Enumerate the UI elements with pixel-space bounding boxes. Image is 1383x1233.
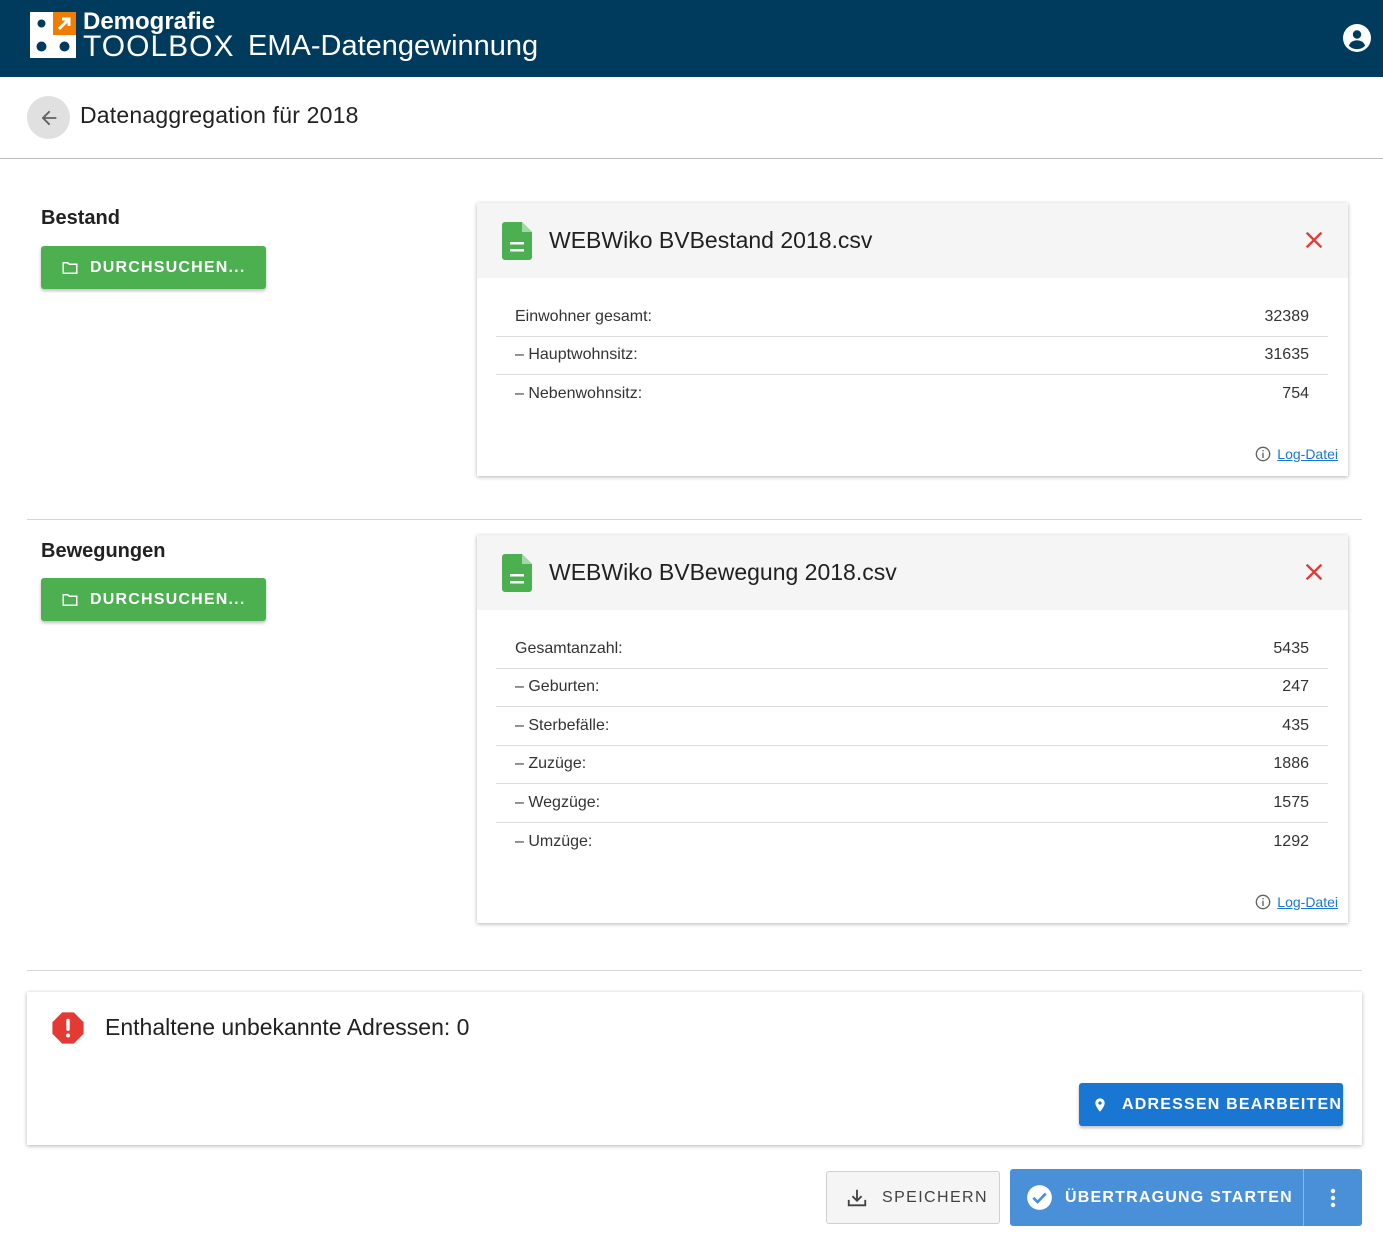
stat-row: – Nebenwohnsitz: 754 bbox=[496, 375, 1328, 414]
more-vertical-icon bbox=[1330, 1188, 1336, 1207]
stat-row: – Zuzüge: 1886 bbox=[496, 746, 1328, 784]
stat-row: Gesamtanzahl: 5435 bbox=[496, 630, 1328, 669]
folder-icon bbox=[62, 593, 78, 606]
section-label-bewegungen: Bewegungen bbox=[41, 540, 166, 562]
stat-value: 1292 bbox=[1273, 832, 1309, 850]
browse-button-bestand[interactable]: DURCHSUCHEN... bbox=[41, 246, 266, 289]
stat-label: – Wegzüge: bbox=[515, 793, 601, 811]
file-name: WEBWiko BVBestand 2018.csv bbox=[549, 227, 873, 253]
log-file-link[interactable]: Log-Datei bbox=[1277, 894, 1338, 910]
section-divider bbox=[27, 519, 1362, 520]
close-icon[interactable] bbox=[1303, 229, 1325, 251]
browse-button-label: DURCHSUCHEN... bbox=[90, 258, 246, 276]
info-icon bbox=[1255, 894, 1271, 910]
stat-row: – Umzüge: 1292 bbox=[496, 823, 1328, 862]
file-card-header: WEBWiko BVBewegung 2018.csv bbox=[477, 535, 1348, 610]
file-card-header: WEBWiko BVBestand 2018.csv bbox=[477, 203, 1348, 278]
stat-row: – Geburten: 247 bbox=[496, 669, 1328, 707]
stat-value: 1575 bbox=[1273, 793, 1309, 811]
file-card-bestand: WEBWiko BVBestand 2018.csv Einwohner ges… bbox=[477, 203, 1348, 476]
stats-table: Einwohner gesamt: 32389 – Hauptwohnsitz:… bbox=[496, 298, 1328, 414]
stat-row: Einwohner gesamt: 32389 bbox=[496, 298, 1328, 337]
file-document-icon bbox=[502, 222, 532, 260]
edit-addresses-button[interactable]: ADRESSEN BEARBEITEN bbox=[1079, 1083, 1343, 1126]
more-options-button[interactable] bbox=[1304, 1169, 1362, 1226]
start-transfer-split-button: ÜBERTRAGUNG STARTEN bbox=[1010, 1169, 1362, 1226]
stat-row: – Hauptwohnsitz: 31635 bbox=[496, 337, 1328, 375]
folder-icon bbox=[62, 261, 78, 274]
stat-value: 1886 bbox=[1273, 755, 1309, 773]
stat-label: Gesamtanzahl: bbox=[515, 639, 623, 657]
stat-value: 32389 bbox=[1264, 307, 1310, 325]
unknown-addresses-text: Enthaltene unbekannte Adressen: 0 bbox=[105, 1014, 470, 1040]
close-icon[interactable] bbox=[1303, 561, 1325, 583]
stat-value: 754 bbox=[1282, 385, 1309, 403]
file-name: WEBWiko BVBewegung 2018.csv bbox=[549, 559, 897, 585]
stats-table: Gesamtanzahl: 5435 – Geburten: 247 – Ste… bbox=[496, 630, 1328, 861]
demografie-toolbox-logo-icon bbox=[30, 12, 76, 58]
stat-value: 31635 bbox=[1264, 346, 1310, 364]
page-header: Datenaggregation für 2018 bbox=[0, 77, 1383, 159]
stat-value: 5435 bbox=[1273, 639, 1309, 657]
alert-octagon-icon bbox=[52, 1012, 84, 1044]
app-bar: Demografie TOOLBOX EMA-Datengewinnung bbox=[0, 0, 1383, 77]
stat-row: – Sterbefälle: 435 bbox=[496, 707, 1328, 746]
stat-label: – Umzüge: bbox=[515, 832, 593, 850]
section-label-bestand: Bestand bbox=[41, 207, 120, 229]
start-transfer-button[interactable]: ÜBERTRAGUNG STARTEN bbox=[1010, 1169, 1304, 1226]
start-transfer-label: ÜBERTRAGUNG STARTEN bbox=[1065, 1188, 1293, 1206]
page-title: Datenaggregation für 2018 bbox=[80, 102, 359, 128]
download-icon bbox=[847, 1189, 867, 1206]
stat-label: – Nebenwohnsitz: bbox=[515, 385, 643, 403]
save-button[interactable]: SPEICHERN bbox=[826, 1171, 1000, 1224]
file-document-icon bbox=[502, 554, 532, 592]
browse-button-label: DURCHSUCHEN... bbox=[90, 590, 246, 608]
unknown-addresses-card: Enthaltene unbekannte Adressen: 0 ADRESS… bbox=[27, 992, 1362, 1145]
stat-value: 435 bbox=[1282, 716, 1309, 734]
stat-label: – Sterbefälle: bbox=[515, 716, 610, 734]
stat-value: 247 bbox=[1282, 678, 1309, 696]
logo-text-toolbox: TOOLBOX bbox=[83, 30, 235, 63]
info-icon bbox=[1255, 446, 1271, 462]
stat-label: – Hauptwohnsitz: bbox=[515, 346, 638, 364]
log-file-link-row: Log-Datei bbox=[1255, 446, 1338, 462]
stat-row: – Wegzüge: 1575 bbox=[496, 784, 1328, 823]
stat-label: – Zuzüge: bbox=[515, 755, 587, 773]
arrow-left-icon bbox=[41, 110, 56, 125]
log-file-link[interactable]: Log-Datei bbox=[1277, 446, 1338, 462]
map-marker-icon bbox=[1095, 1097, 1105, 1112]
account-circle-icon[interactable] bbox=[1343, 24, 1371, 52]
stat-label: – Geburten: bbox=[515, 678, 600, 696]
section-divider bbox=[27, 970, 1362, 971]
check-circle-icon bbox=[1027, 1185, 1052, 1210]
log-file-link-row: Log-Datei bbox=[1255, 894, 1338, 910]
stat-label: Einwohner gesamt: bbox=[515, 307, 652, 325]
app-title: EMA-Datengewinnung bbox=[248, 30, 539, 62]
edit-addresses-label: ADRESSEN BEARBEITEN bbox=[1122, 1095, 1343, 1113]
browse-button-bewegungen[interactable]: DURCHSUCHEN... bbox=[41, 578, 266, 621]
back-button[interactable] bbox=[27, 96, 70, 139]
file-card-bewegungen: WEBWiko BVBewegung 2018.csv Gesamtanzahl… bbox=[477, 535, 1348, 923]
save-button-label: SPEICHERN bbox=[882, 1188, 988, 1206]
